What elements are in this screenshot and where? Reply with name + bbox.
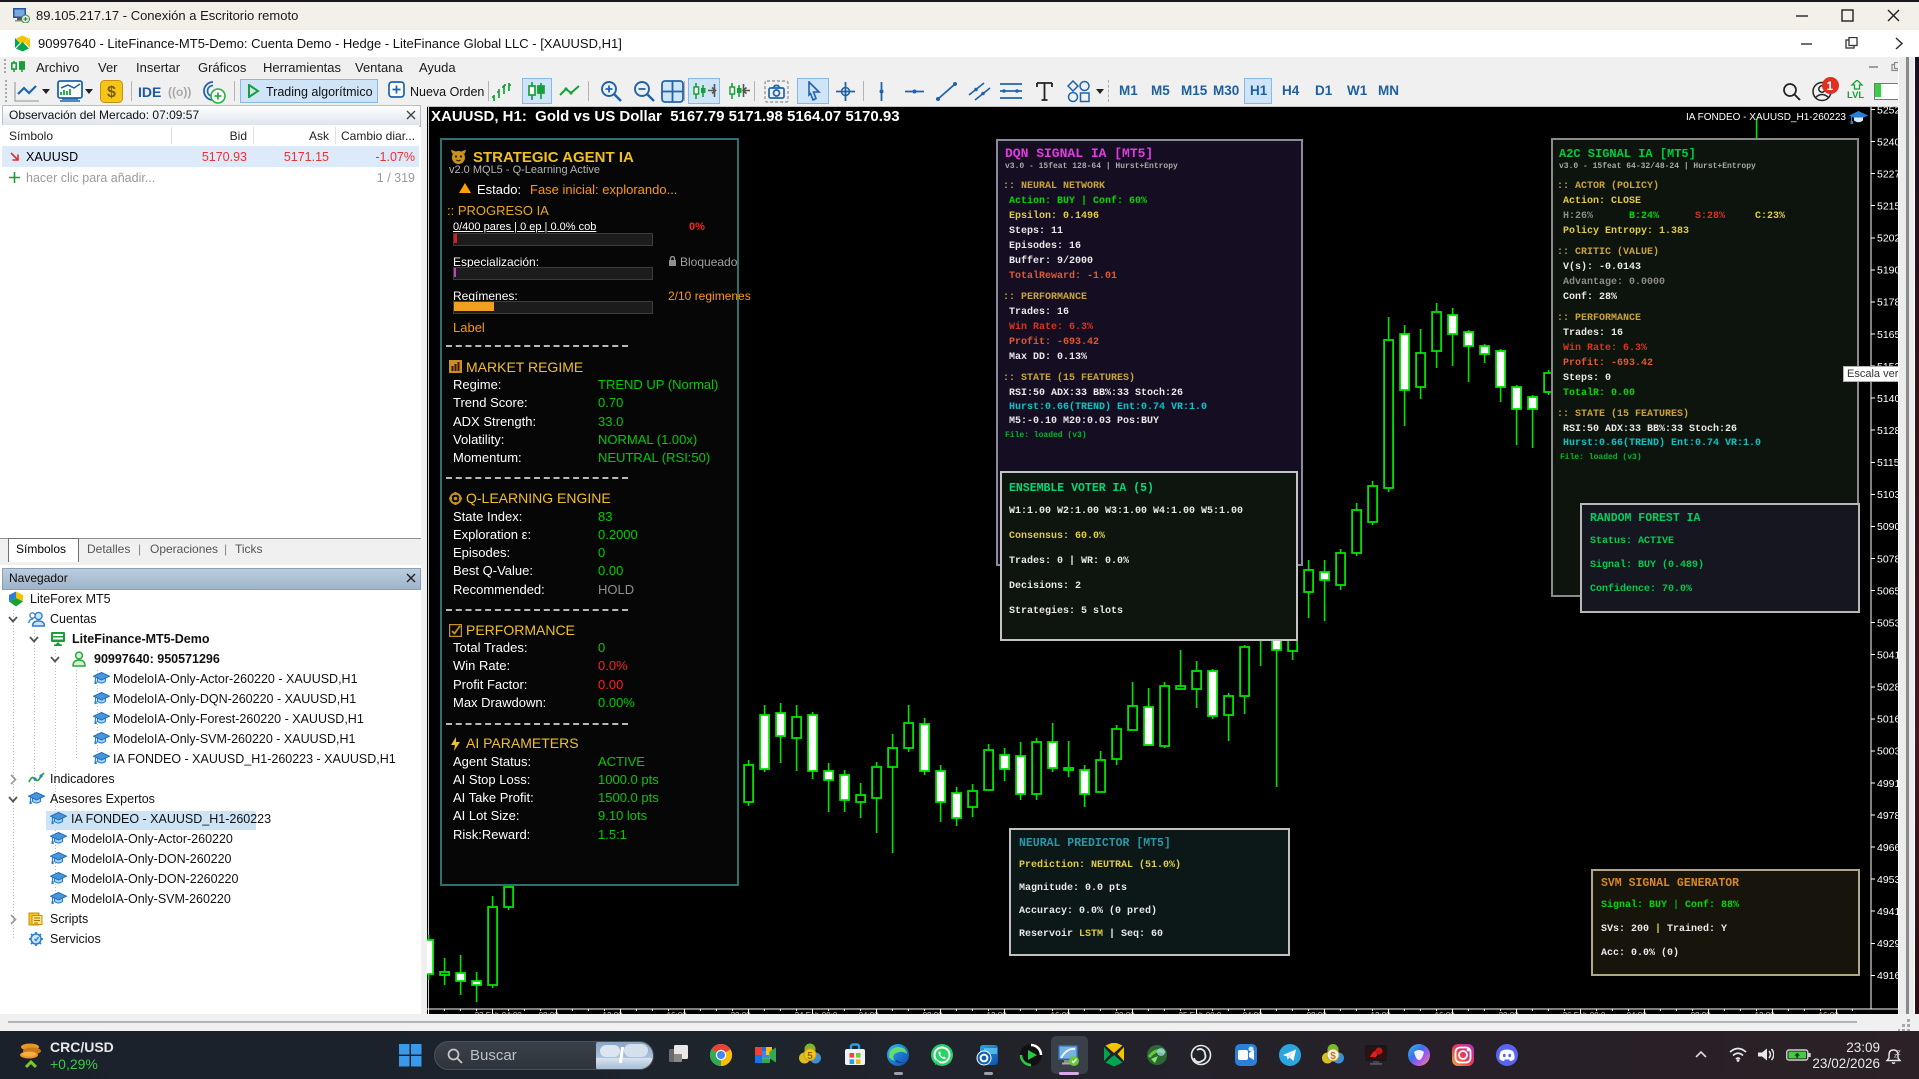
svg-text:5: 5 [807, 1051, 813, 1062]
svg-text:5165.4: 5165.4 [1877, 329, 1898, 341]
svg-text:5103.4: 5103.4 [1877, 489, 1898, 501]
svg-text:5190.4: 5190.4 [1877, 265, 1898, 277]
svg-text:5016.4: 5016.4 [1877, 714, 1898, 726]
svg-text:$: $ [107, 84, 116, 101]
svg-text:5003.4: 5003.4 [1877, 746, 1898, 758]
svg-text:4916.4: 4916.4 [1877, 970, 1898, 982]
svg-text:4929.4: 4929.4 [1877, 938, 1898, 950]
svg-text:5202.4: 5202.4 [1877, 233, 1898, 245]
svg-text:z: z [1897, 1048, 1901, 1057]
svg-text:4953.4: 4953.4 [1877, 874, 1898, 886]
svg-text:5028.4: 5028.4 [1877, 682, 1898, 694]
svg-text:5227.4: 5227.4 [1877, 168, 1898, 180]
svg-text:5090.4: 5090.4 [1877, 521, 1898, 533]
svg-text:5128.4: 5128.4 [1877, 425, 1898, 437]
svg-text:5053.4: 5053.4 [1877, 617, 1898, 629]
svg-text:5178.4: 5178.4 [1877, 297, 1898, 309]
svg-text:5041.4: 5041.4 [1877, 650, 1898, 662]
svg-text:4966.4: 4966.4 [1877, 842, 1898, 854]
svg-text:5240.4: 5240.4 [1877, 136, 1898, 148]
svg-text:4941.4: 4941.4 [1877, 906, 1898, 918]
svg-text:5078.4: 5078.4 [1877, 553, 1898, 565]
svg-text:4991.4: 4991.4 [1877, 778, 1898, 790]
svg-text:5215.4: 5215.4 [1877, 201, 1898, 213]
svg-text:5252.4: 5252.4 [1877, 106, 1898, 116]
svg-text:$: $ [1330, 1051, 1336, 1062]
svg-text:5140.4: 5140.4 [1877, 393, 1898, 405]
svg-text:4978.4: 4978.4 [1877, 810, 1898, 822]
svg-text:5115.4: 5115.4 [1877, 457, 1898, 469]
svg-text:5065.4: 5065.4 [1877, 585, 1898, 597]
